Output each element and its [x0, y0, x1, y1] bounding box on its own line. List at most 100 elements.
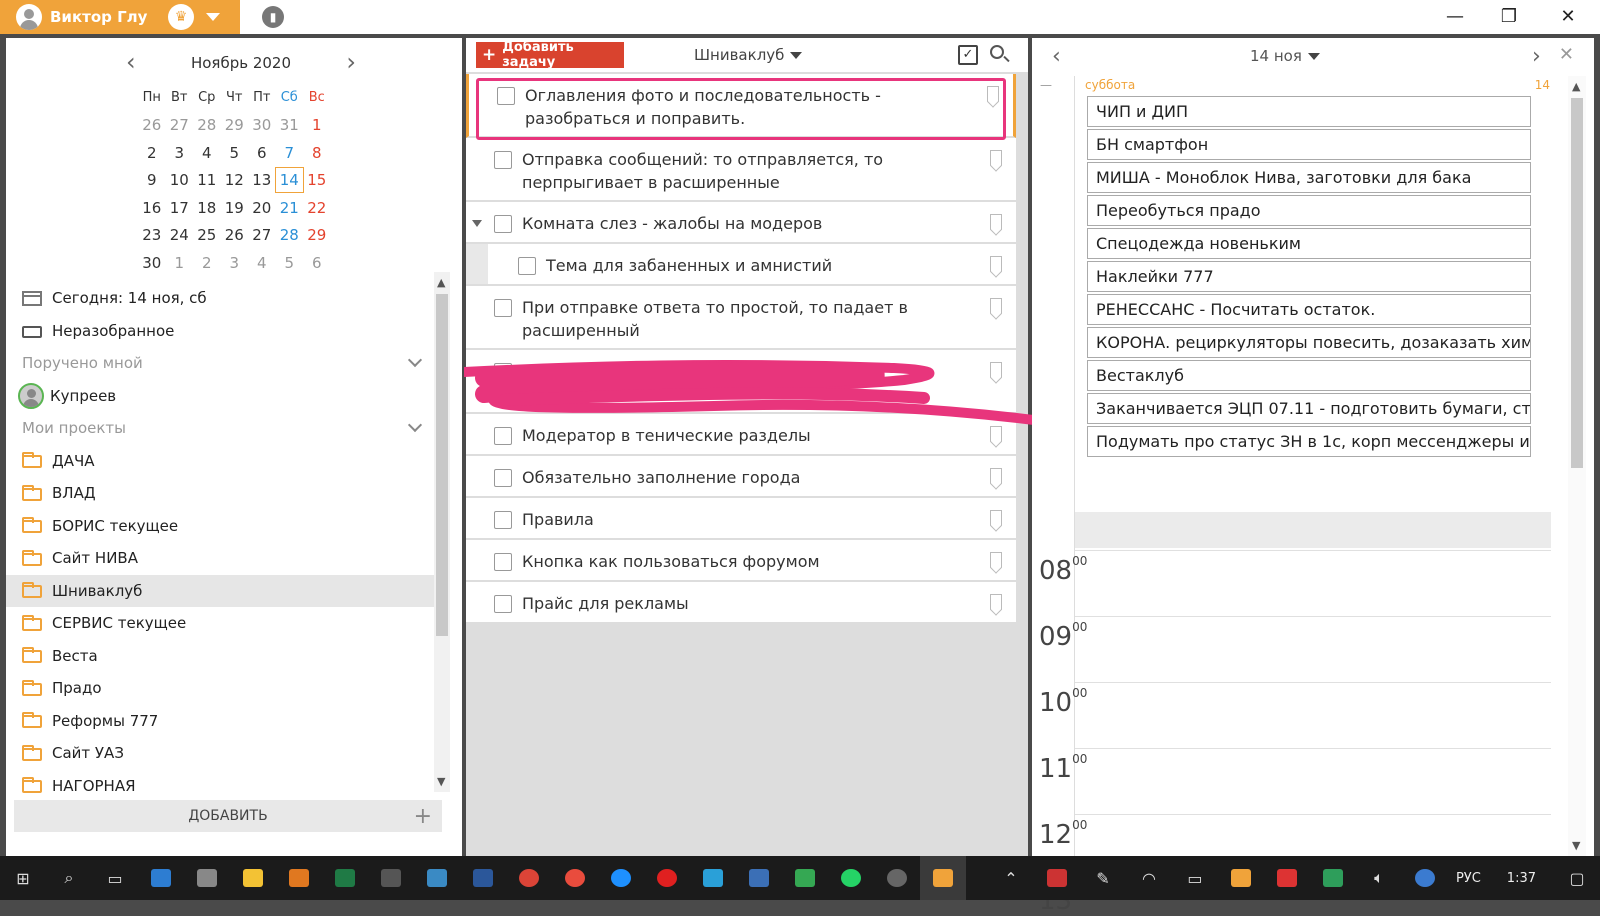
sync-icon[interactable]	[782, 856, 828, 900]
calendar-day[interactable]: 27	[166, 116, 194, 134]
date-selector[interactable]: 14 ноя	[1250, 47, 1320, 65]
bookmark-icon[interactable]	[990, 256, 1002, 272]
scroll-up-icon[interactable]: ▲	[1572, 80, 1580, 93]
language-indicator[interactable]: РУС	[1456, 871, 1481, 886]
search-icon[interactable]	[990, 45, 1004, 59]
calendar-day[interactable]: 5	[276, 254, 304, 272]
sidebar-item-project[interactable]: Шниваклуб	[6, 574, 442, 607]
word-icon[interactable]	[460, 856, 506, 900]
task-checkbox[interactable]	[494, 151, 512, 169]
scroll-up-icon[interactable]: ▲	[437, 276, 445, 289]
excel-icon[interactable]	[322, 856, 368, 900]
event-item[interactable]: Вестаклуб	[1087, 360, 1531, 391]
calendar-day[interactable]: 6	[303, 254, 331, 272]
yandex-icon[interactable]	[644, 856, 690, 900]
sidebar-item-project[interactable]: СЕРВИС текущее	[6, 607, 442, 640]
calendar-day[interactable]: 23	[138, 226, 166, 244]
app-icon-1[interactable]	[138, 856, 184, 900]
sidebar-item-inbox[interactable]: Неразобранное	[6, 315, 442, 348]
sidebar-item-assignee[interactable]: Купреев	[6, 380, 442, 413]
event-item[interactable]: Заканчивается ЭЦП 07.11 - подготовить бу…	[1087, 393, 1531, 424]
sidebar-item-today[interactable]: Сегодня: 14 ноя, сб	[6, 282, 442, 315]
bookmark-icon[interactable]	[990, 150, 1002, 166]
app-icon-2[interactable]	[184, 856, 230, 900]
prev-day-button[interactable]: ‹	[1052, 44, 1061, 69]
task-item[interactable]: Отправка сообщений: то отправляется, то …	[466, 138, 1016, 202]
task-item[interactable]: Тема для забаненных и амнистий	[466, 244, 1016, 286]
sidebar-item-project[interactable]: НАГОРНАЯ	[6, 770, 442, 803]
task-checkbox[interactable]	[494, 511, 512, 529]
crown-icon[interactable]: ♛	[168, 4, 194, 30]
scroll-thumb[interactable]	[436, 294, 448, 636]
leadertask-icon[interactable]	[920, 856, 966, 900]
calendar-day[interactable]: 3	[166, 144, 194, 162]
calendar-day[interactable]: 20	[248, 199, 276, 217]
task-item[interactable]: Обязательно заполнение города	[466, 456, 1016, 498]
app-icon-6[interactable]	[736, 856, 782, 900]
add-project-button[interactable]: ДОБАВИТЬ +	[14, 800, 442, 832]
calendar-day[interactable]: 2	[138, 144, 166, 162]
task-item[interactable]: Правила	[466, 498, 1016, 540]
calendar-day[interactable]: 28	[193, 116, 221, 134]
bookmark-icon[interactable]	[990, 468, 1002, 484]
calendar-day[interactable]: 15	[303, 171, 331, 189]
volume-icon[interactable]: 🔈︎	[1356, 856, 1402, 900]
calendar-day[interactable]: 26	[221, 226, 249, 244]
scroll-thumb[interactable]	[1571, 98, 1583, 468]
tray-chevron-up-icon[interactable]: ⌃	[988, 856, 1034, 900]
collapse-icon[interactable]: —	[1040, 78, 1052, 92]
event-item[interactable]: Подумать про статус ЗН в 1с, корп мессен…	[1087, 426, 1531, 457]
calendar-day[interactable]: 12	[221, 171, 249, 189]
calendar-day[interactable]: 27	[248, 226, 276, 244]
calendar-day[interactable]: 10	[166, 171, 194, 189]
task-checkbox[interactable]	[494, 469, 512, 487]
event-item[interactable]: Наклейки 777	[1087, 261, 1531, 292]
sidebar-item-project[interactable]: Реформы 777	[6, 705, 442, 738]
calendar-day[interactable]: 2	[193, 254, 221, 272]
calendar-day[interactable]: 11	[193, 171, 221, 189]
calendar-day[interactable]: 5	[221, 144, 249, 162]
battery-icon[interactable]: ▭	[1172, 856, 1218, 900]
next-month-button[interactable]: ›	[346, 50, 356, 74]
add-task-button[interactable]: + Добавить задачу	[476, 40, 624, 70]
task-item[interactable]: Комната слез - жалобы на модеров	[466, 202, 1016, 244]
event-item[interactable]: ЧИП и ДИП	[1087, 96, 1531, 127]
stats-icon[interactable]: ▮	[262, 6, 284, 28]
task-checkbox[interactable]	[494, 553, 512, 571]
task-item[interactable]: При отправке ответа то простой, то падае…	[466, 286, 1016, 350]
show-completed-checkbox-icon[interactable]: ✓	[958, 45, 978, 65]
calendar-day[interactable]: 30	[248, 116, 276, 134]
notifications-icon[interactable]: ▢	[1554, 856, 1600, 900]
event-item[interactable]: Переобуться прадо	[1087, 195, 1531, 226]
task-view-icon[interactable]: ▭	[92, 856, 138, 900]
bookmark-icon[interactable]	[990, 298, 1002, 314]
bookmark-icon[interactable]	[990, 214, 1002, 230]
calendar-day[interactable]: 18	[193, 199, 221, 217]
search-icon[interactable]: ⌕	[46, 856, 92, 900]
calendar-day[interactable]: 1	[303, 116, 331, 134]
whatsapp-icon[interactable]	[828, 856, 874, 900]
close-day-icon[interactable]: ✕	[1559, 44, 1574, 65]
close-button[interactable]: ✕	[1553, 6, 1583, 27]
assigned-section[interactable]: Поручено мной	[6, 347, 442, 380]
sidebar-item-project[interactable]: Прадо	[6, 672, 442, 705]
chevron-down-icon[interactable]	[407, 352, 423, 368]
calendar-day[interactable]: 29	[303, 226, 331, 244]
app-icon-7[interactable]	[874, 856, 920, 900]
tray-icon-2[interactable]: ✎	[1080, 856, 1126, 900]
sidebar-item-project[interactable]: Сайт УАЗ	[6, 737, 442, 770]
calendar-day[interactable]: 21	[276, 199, 304, 217]
start-button[interactable]: ⊞	[0, 856, 46, 900]
calendar-day[interactable]: 31	[276, 116, 304, 134]
app-icon-5[interactable]	[690, 856, 736, 900]
chrome-icon[interactable]	[506, 856, 552, 900]
sidebar-item-project[interactable]: ВЛАД	[6, 477, 442, 510]
bookmark-icon[interactable]	[990, 594, 1002, 610]
task-item[interactable]: Кнопка как пользоваться форумом	[466, 540, 1016, 582]
sidebar-item-project[interactable]: ДАЧА	[6, 445, 442, 478]
calendar-day[interactable]: 26	[138, 116, 166, 134]
calendar-day[interactable]: 28	[276, 226, 304, 244]
calculator-icon[interactable]	[368, 856, 414, 900]
task-checkbox[interactable]	[494, 299, 512, 317]
sidebar-scrollbar[interactable]: ▲ ▼	[434, 272, 450, 792]
